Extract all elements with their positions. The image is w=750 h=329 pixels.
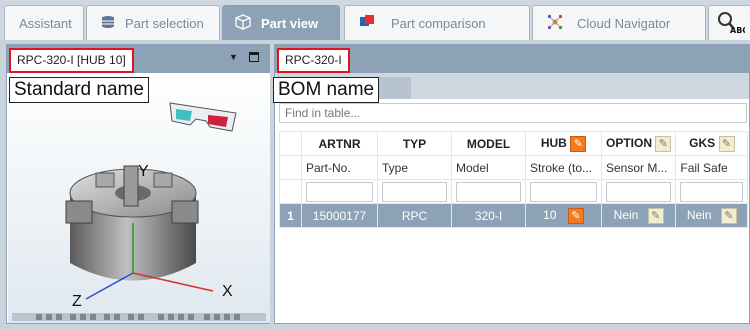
edit-pen-icon[interactable]: ✎ xyxy=(567,207,584,224)
cell-option[interactable]: Nein ✎ xyxy=(600,203,677,228)
maximize-icon[interactable] xyxy=(249,52,259,62)
subheader-type: Type xyxy=(377,155,452,180)
filter-artnr-input[interactable] xyxy=(306,181,373,202)
part-view-header: RPC-320-I [HUB 10] ▼ xyxy=(7,45,269,73)
cell-hub-value: 10 xyxy=(543,207,557,222)
tab-cloud-navigator-label: Cloud Navigator xyxy=(577,15,671,31)
bom-pane: RPC-320-I al BOM name Find in table... A… xyxy=(273,44,750,324)
tab-part-view[interactable]: Part view xyxy=(222,5,340,40)
col-header-option-label: OPTION xyxy=(606,135,653,150)
table-header-row: ARTNR TYP MODEL HUB ✎ OPTION ✎ GKS ✎ xyxy=(279,131,749,156)
subheader-sensor: Sensor M... xyxy=(600,155,677,180)
database-icon xyxy=(101,15,115,32)
filter-gks-input[interactable] xyxy=(680,181,744,202)
y-axis-label: Y xyxy=(138,163,149,180)
cloud-navigator-icon xyxy=(547,14,563,33)
tab-part-selection[interactable]: Part selection xyxy=(86,5,220,40)
table-subheader-row: Part-No. Type Model Stroke (to... Sensor… xyxy=(279,155,749,180)
spellcheck-icon: ABC xyxy=(715,10,748,37)
x-axis-label: X xyxy=(222,283,233,300)
edit-pen-icon[interactable]: ✎ xyxy=(718,135,735,152)
subheader-model: Model xyxy=(451,155,526,180)
main-tabbar: Assistant Part selection Part view Part … xyxy=(0,0,750,40)
col-header-hub-label: HUB xyxy=(540,135,567,150)
tab-cloud-navigator[interactable]: Cloud Navigator xyxy=(532,5,706,40)
bom-name-title: RPC-320-I xyxy=(277,48,350,73)
svg-text:ABC: ABC xyxy=(730,26,745,34)
col-header-gks-label: GKS xyxy=(689,135,716,150)
col-header-artnr[interactable]: ARTNR xyxy=(301,131,378,156)
col-header-gks[interactable]: GKS ✎ xyxy=(675,131,749,156)
col-header-option[interactable]: OPTION ✎ xyxy=(600,131,677,156)
dropdown-arrow-icon[interactable]: ▼ xyxy=(229,52,238,62)
col-header-model[interactable]: MODEL xyxy=(451,131,526,156)
3d-viewport[interactable]: Y X Z xyxy=(8,73,270,329)
subheader-part-no: Part-No. xyxy=(301,155,378,180)
table-filter-row xyxy=(279,179,749,204)
bom-table: ARTNR TYP MODEL HUB ✎ OPTION ✎ GKS ✎ Par… xyxy=(279,131,749,228)
tab-part-view-label: Part view xyxy=(261,15,319,31)
table-row[interactable]: 1 15000177 RPC 320-I 10 ✎ Nein ✎ Nein ✎ xyxy=(279,203,749,228)
cell-hub[interactable]: 10 ✎ xyxy=(525,203,602,228)
3d-glasses-icon[interactable] xyxy=(166,97,244,144)
edit-pen-icon[interactable]: ✎ xyxy=(647,207,664,224)
col-header-typ[interactable]: TYP xyxy=(377,131,452,156)
col-header-hub[interactable]: HUB ✎ xyxy=(525,131,602,156)
filter-typ-input[interactable] xyxy=(382,181,447,202)
standard-name-title: RPC-320-I [HUB 10] xyxy=(9,48,134,73)
cell-model[interactable]: 320-I xyxy=(451,203,526,228)
subheader-fail-safe: Fail Safe xyxy=(675,155,749,180)
standard-name-callout: Standard name xyxy=(9,77,149,103)
find-in-table-input[interactable]: Find in table... xyxy=(279,103,747,123)
edit-pen-icon[interactable]: ✎ xyxy=(720,207,737,224)
z-axis-label: Z xyxy=(72,293,82,310)
bom-header: RPC-320-I xyxy=(275,45,749,73)
subheader-stroke: Stroke (to... xyxy=(525,155,602,180)
cell-option-value: Nein xyxy=(613,207,639,222)
part-view-pane: RPC-320-I [HUB 10] ▼ Y X Z Standard name xyxy=(6,44,270,329)
edit-pen-icon[interactable]: ✎ xyxy=(570,135,587,152)
edit-pen-icon[interactable]: ✎ xyxy=(655,135,672,152)
cube-view-icon xyxy=(235,13,251,33)
filter-model-input[interactable] xyxy=(456,181,521,202)
tab-part-comparison-label: Part comparison xyxy=(391,15,486,31)
tab-part-comparison[interactable]: Part comparison xyxy=(344,5,530,40)
tab-assistant[interactable]: Assistant xyxy=(4,5,84,40)
tab-spellcheck[interactable]: ABC xyxy=(708,5,750,40)
filter-hub-input[interactable] xyxy=(530,181,597,202)
part-comparison-icon xyxy=(359,14,375,33)
tab-part-selection-label: Part selection xyxy=(125,15,204,31)
tab-assistant-label: Assistant xyxy=(19,15,72,31)
cell-gks[interactable]: Nein ✎ xyxy=(675,203,749,228)
row-number: 1 xyxy=(279,203,302,228)
cell-typ[interactable]: RPC xyxy=(377,203,452,228)
cell-gks-value: Nein xyxy=(686,207,712,222)
filter-option-input[interactable] xyxy=(606,181,672,202)
cell-artnr[interactable]: 15000177 xyxy=(301,203,378,228)
bom-name-callout: BOM name xyxy=(273,77,380,103)
